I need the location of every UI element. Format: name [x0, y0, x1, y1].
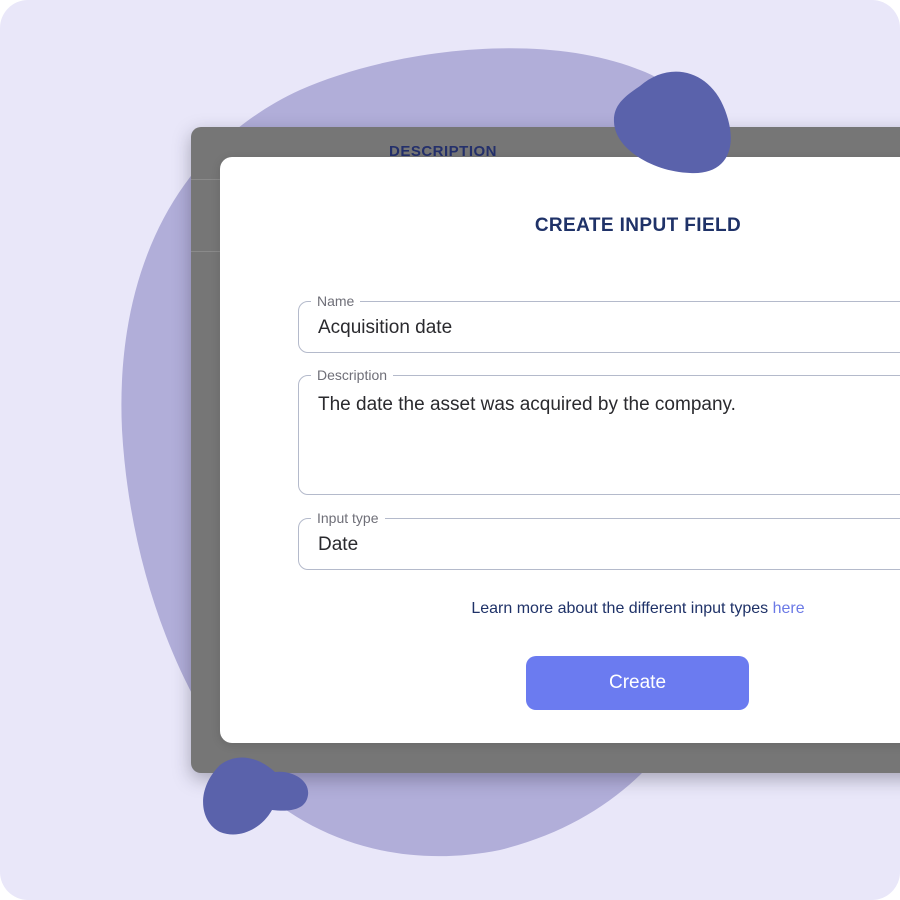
bottom-dark-blob	[203, 757, 309, 835]
foreground-blobs	[203, 71, 731, 835]
top-dark-blob	[613, 71, 731, 174]
illustration-canvas: DESCRIPTION CREATE INPUT FIELD Name Acqu…	[0, 0, 900, 900]
